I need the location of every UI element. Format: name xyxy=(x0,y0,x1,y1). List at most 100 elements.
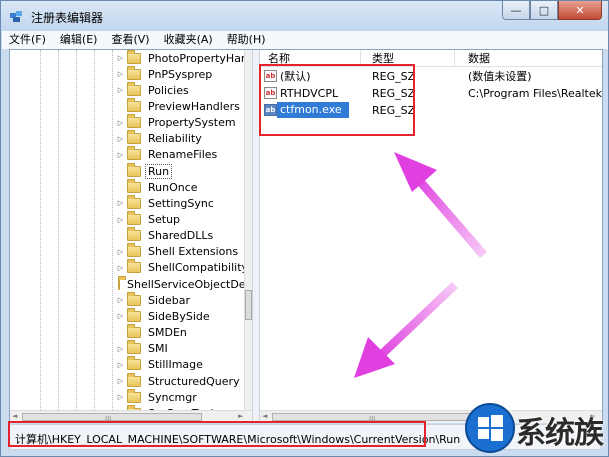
folder-icon xyxy=(127,307,141,322)
windows-logo-icon xyxy=(465,403,515,453)
tree-item[interactable]: ▷ Policies xyxy=(116,81,252,98)
tree-item[interactable]: PreviewHandlers xyxy=(116,97,252,114)
tree-item[interactable]: ▷ PhotoPropertyHandler xyxy=(116,50,252,66)
tree-item-label: StillImage xyxy=(148,358,203,372)
title-bar[interactable]: 注册表编辑器 — □ ✕ xyxy=(1,1,608,31)
expand-arrow-icon[interactable]: ▷ xyxy=(116,216,125,224)
column-header-data[interactable]: 数据 xyxy=(468,50,598,66)
tree-item-label: Run xyxy=(144,163,173,179)
expand-arrow-icon[interactable]: ▷ xyxy=(116,248,125,256)
key-tree[interactable]: ▷ PhotoPropertyHandler ▷ PnPSysprep ▷ Policie… xyxy=(10,50,252,410)
folder-icon xyxy=(127,146,141,161)
expand-arrow-icon[interactable]: ▷ xyxy=(116,135,125,143)
tree-item[interactable]: ▷ Reliability xyxy=(116,130,252,147)
folder-icon xyxy=(118,275,126,290)
tree-item-label: Reliability xyxy=(148,132,202,146)
expand-arrow-icon[interactable]: ▷ xyxy=(116,345,125,353)
expand-arrow-icon[interactable]: ▷ xyxy=(116,361,125,369)
tree-item[interactable]: ▷ Shell Extensions xyxy=(116,243,252,260)
scroll-left-icon[interactable]: ◄ xyxy=(262,412,267,420)
menu-favorites[interactable]: 收藏夹(A) xyxy=(157,31,220,49)
list-hscroll-thumb[interactable]: III xyxy=(272,413,482,423)
tree-item-label: RunOnce xyxy=(148,180,198,194)
folder-icon xyxy=(127,340,141,355)
expand-arrow-icon[interactable]: ▷ xyxy=(116,199,125,207)
scroll-left-icon[interactable]: ◄ xyxy=(12,412,17,420)
expand-arrow-icon[interactable]: ▷ xyxy=(116,86,125,94)
tree-item-label: Shell Extensions xyxy=(148,245,239,259)
menu-view[interactable]: 查看(V) xyxy=(104,31,156,49)
tree-item[interactable]: ▷ Syncmgr xyxy=(116,388,252,405)
folder-icon xyxy=(127,194,141,209)
tree-item[interactable]: ▷ SideBySide xyxy=(116,307,252,324)
tree-item[interactable]: ShellServiceObjectDelayLoad xyxy=(116,275,252,292)
menu-help[interactable]: 帮助(H) xyxy=(220,31,273,49)
tree-item[interactable]: ▷ Setup xyxy=(116,211,252,228)
folder-icon xyxy=(127,97,141,112)
minimize-button[interactable]: — xyxy=(502,1,530,20)
folder-icon xyxy=(127,324,141,339)
highlight-box-status-path xyxy=(8,421,426,447)
tree-guide-line xyxy=(94,50,96,410)
tree-item[interactable]: ▷ StillImage xyxy=(116,356,252,373)
tree-hscroll-thumb[interactable]: III xyxy=(22,413,202,423)
folder-icon xyxy=(127,162,141,177)
tree-item[interactable]: SMDEn xyxy=(116,324,252,341)
tree-item[interactable]: ▷ PnPSysprep xyxy=(116,65,252,82)
expand-arrow-icon[interactable]: ▷ xyxy=(116,377,125,385)
folder-icon xyxy=(127,388,141,403)
tree-item[interactable]: ▷ SMI xyxy=(116,340,252,357)
tree-item-label: PropertySystem xyxy=(148,116,236,130)
tree-item[interactable]: ▷ PropertySystem xyxy=(116,114,252,131)
expand-arrow-icon[interactable]: ▷ xyxy=(116,393,125,401)
close-button[interactable]: ✕ xyxy=(558,1,602,20)
tree-item-label: SMI xyxy=(148,342,168,356)
folder-icon xyxy=(127,50,141,64)
tree-item-label: Sidebar xyxy=(148,293,191,307)
tree-guide-line xyxy=(58,50,60,410)
expand-arrow-icon[interactable]: ▷ xyxy=(116,119,125,127)
menu-file[interactable]: 文件(F) xyxy=(2,31,53,49)
tree-item[interactable]: ▷ SettingSync xyxy=(116,194,252,211)
folder-icon xyxy=(127,114,141,129)
maximize-button[interactable]: □ xyxy=(530,1,558,20)
window-controls: — □ ✕ xyxy=(502,1,602,21)
regedit-app-icon xyxy=(10,11,22,22)
highlight-box-values xyxy=(259,64,415,136)
expand-arrow-icon[interactable]: ▷ xyxy=(116,296,125,304)
expand-arrow-icon[interactable]: ▷ xyxy=(116,70,125,78)
tree-guide-line xyxy=(40,50,42,410)
expand-arrow-icon[interactable]: ▷ xyxy=(116,312,125,320)
folder-icon xyxy=(127,372,141,387)
tree-item[interactable]: Run xyxy=(116,162,252,179)
expand-arrow-icon[interactable]: ▷ xyxy=(116,54,125,62)
value-data: C:\Program Files\Realtek\Aud xyxy=(468,87,602,100)
tree-item[interactable]: ▷ ShellCompatibility xyxy=(116,259,252,276)
tree-item-label: StructuredQuery xyxy=(148,374,240,388)
tree-item[interactable]: ▷ Sidebar xyxy=(116,291,252,308)
expand-arrow-icon[interactable]: ▷ xyxy=(116,264,125,272)
scroll-right-icon[interactable]: ► xyxy=(238,412,243,420)
expand-arrow-icon[interactable]: ▷ xyxy=(116,151,125,159)
folder-icon xyxy=(127,65,141,80)
tree-guide-line xyxy=(76,50,78,410)
watermark-text: 系统族 xyxy=(516,416,604,451)
folder-icon xyxy=(127,81,141,96)
tree-item[interactable]: ▷ RenameFiles xyxy=(116,146,252,163)
folder-icon xyxy=(127,211,141,225)
tree-guide-line xyxy=(112,50,114,410)
tree-item-label: ShellCompatibility xyxy=(148,261,249,275)
tree-item[interactable]: ▷ StructuredQuery xyxy=(116,372,252,389)
tree-item[interactable]: RunOnce xyxy=(116,178,252,195)
menu-edit[interactable]: 编辑(E) xyxy=(53,31,105,49)
folder-icon xyxy=(127,243,141,258)
folder-icon xyxy=(127,259,141,274)
tree-item-label: Syncmgr xyxy=(148,390,197,404)
tree-item[interactable]: SharedDLLs xyxy=(116,227,252,244)
tree-item-label: RenameFiles xyxy=(148,148,218,162)
tree-item-label: Policies xyxy=(148,83,189,97)
folder-icon xyxy=(127,227,141,242)
value-data: (数值未设置) xyxy=(468,70,532,83)
tree-item-label: SharedDLLs xyxy=(148,229,214,243)
tree-scroll-thumb[interactable] xyxy=(245,290,252,320)
